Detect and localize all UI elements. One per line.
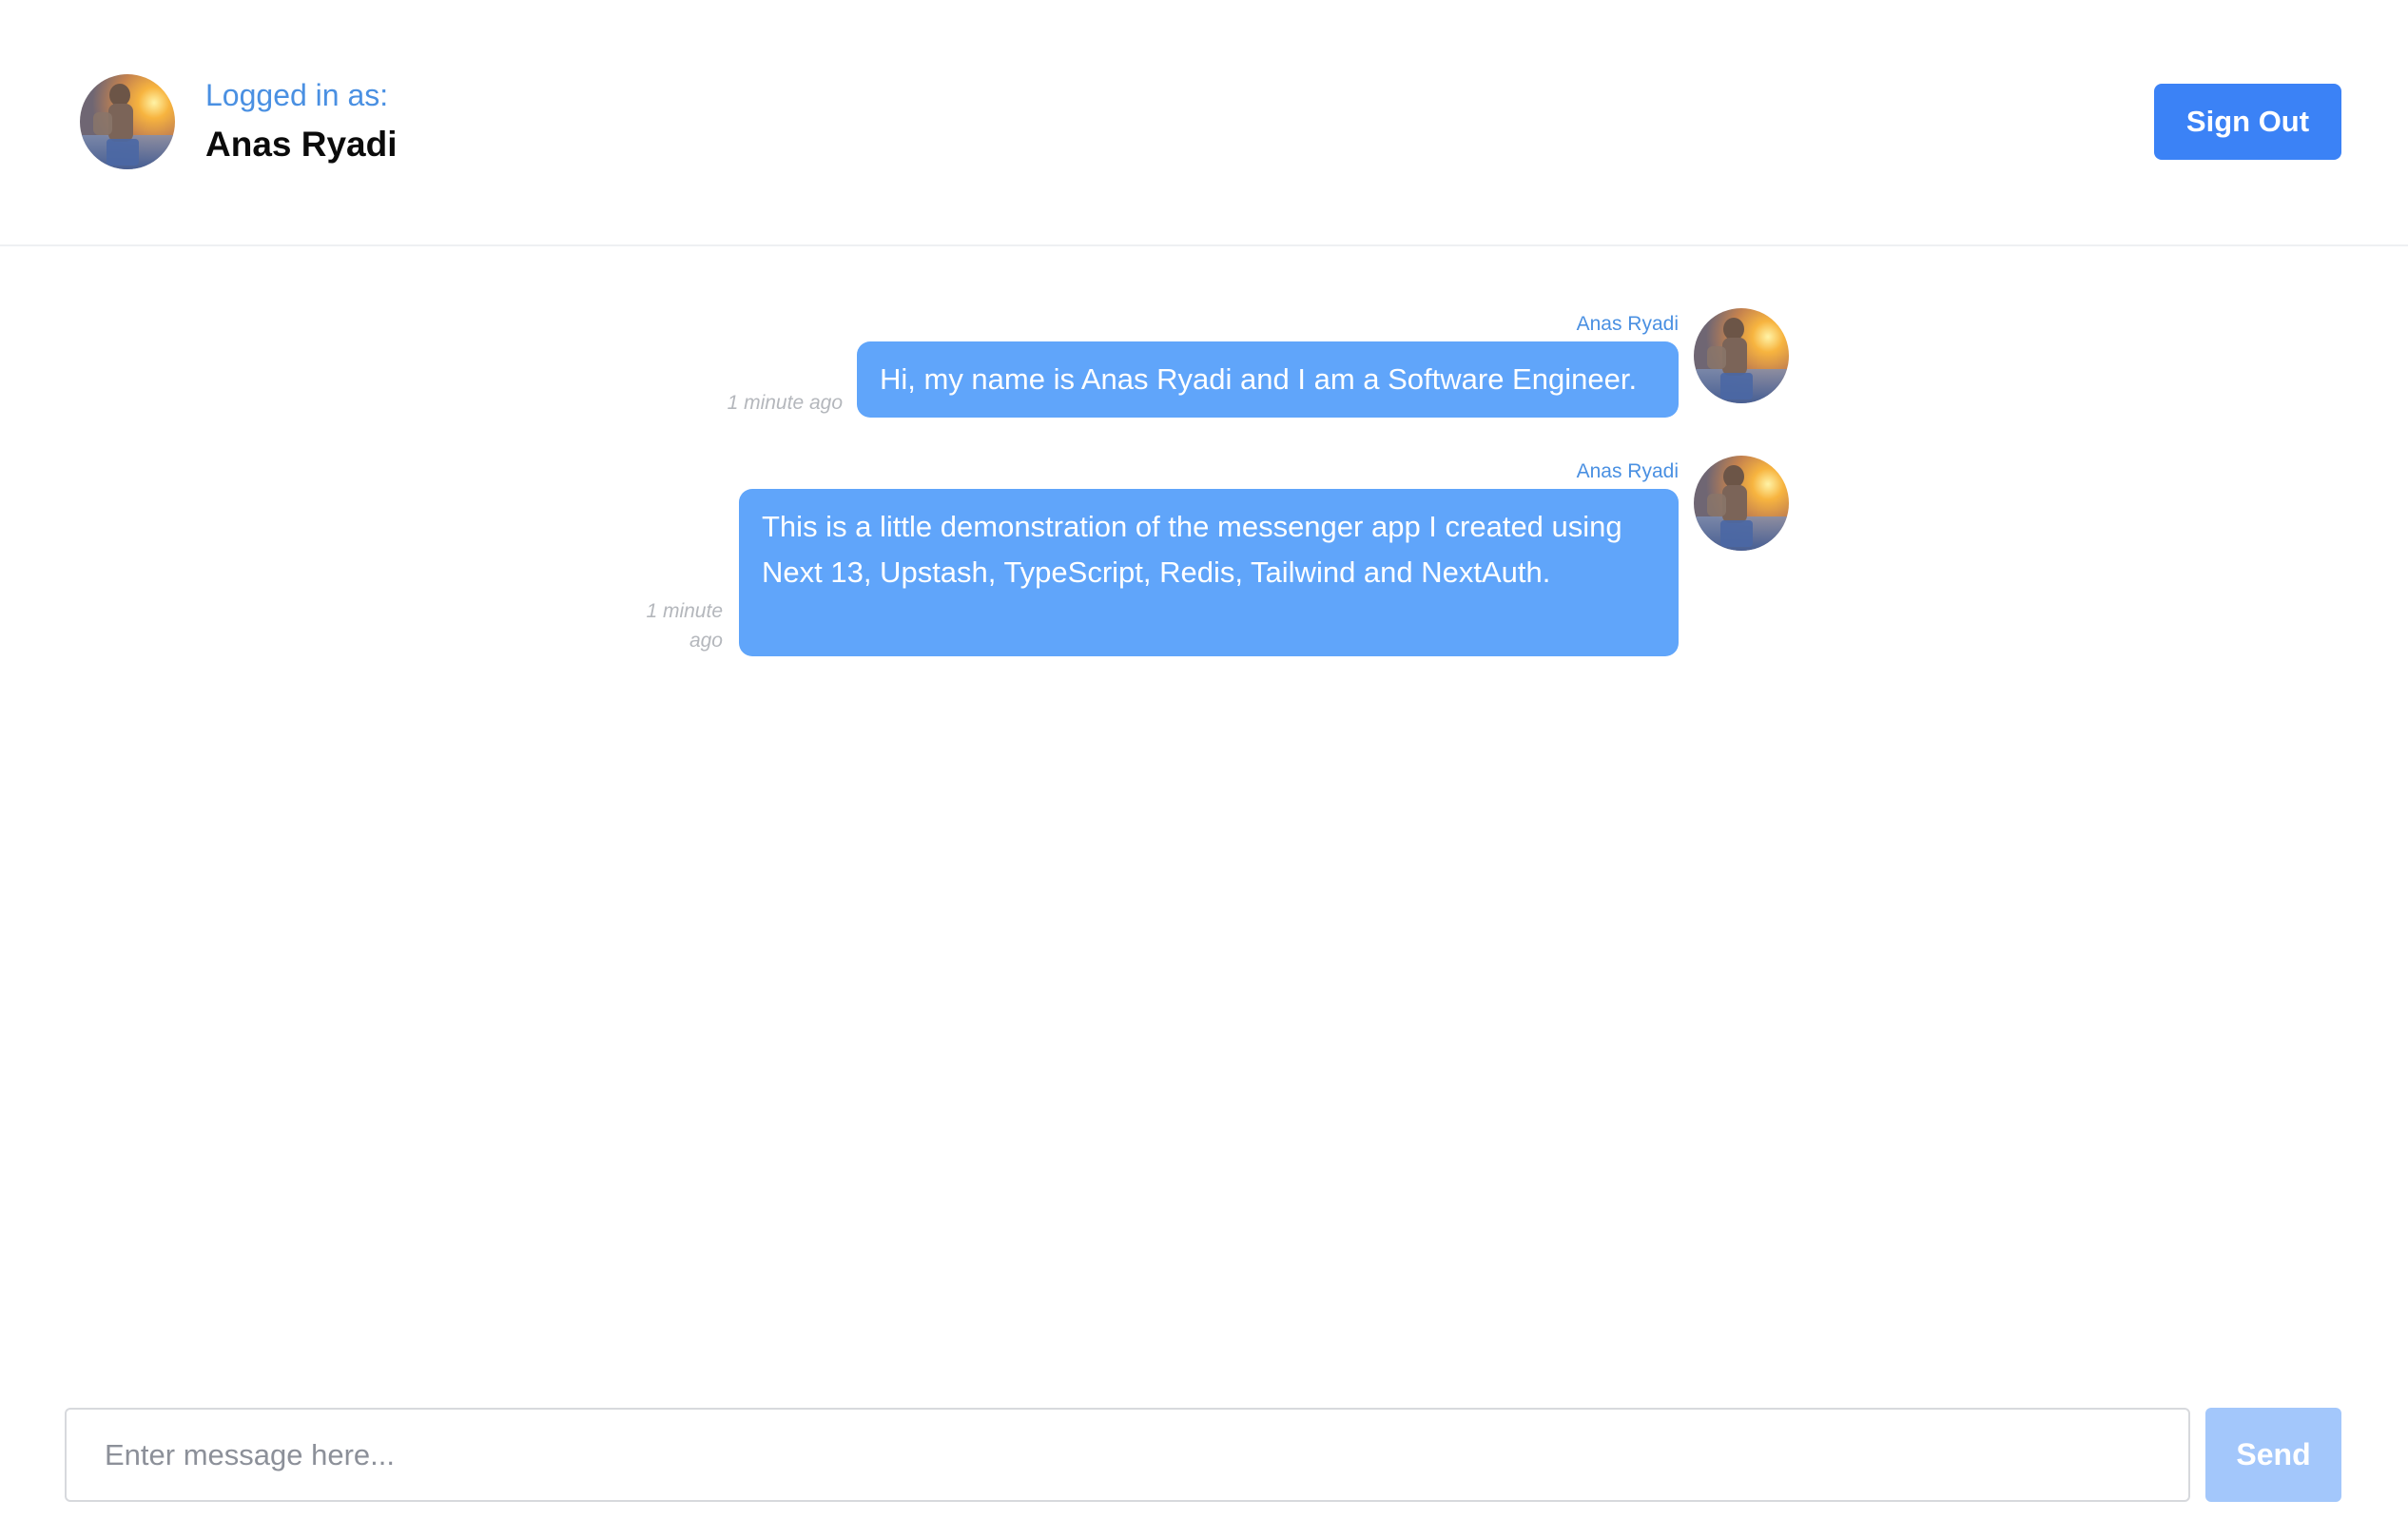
- message-timestamp: 1 minute ago: [646, 600, 723, 652]
- message-item: Anas Ryadi This is a little demonstratio…: [0, 452, 2408, 661]
- user-avatar: [80, 74, 175, 169]
- user-info: Logged in as: Anas Ryadi: [205, 76, 398, 166]
- message-sender: Anas Ryadi: [1576, 460, 1679, 482]
- send-button[interactable]: Send: [2205, 1408, 2341, 1502]
- sender-avatar: [1694, 308, 1789, 403]
- message-sender: Anas Ryadi: [1576, 313, 1679, 335]
- message-input[interactable]: [65, 1408, 2190, 1502]
- message-bubble: Hi, my name is Anas Ryadi and I am a Sof…: [857, 341, 1679, 418]
- sign-out-button[interactable]: Sign Out: [2154, 84, 2341, 160]
- sender-avatar: [1694, 456, 1789, 551]
- logged-in-label: Logged in as:: [205, 78, 389, 112]
- app-header: Logged in as: Anas Ryadi Sign Out: [0, 0, 2408, 246]
- user-name: Anas Ryadi: [205, 125, 398, 164]
- message-bubble: This is a little demonstration of the me…: [739, 489, 1679, 656]
- message-timestamp: 1 minute ago: [727, 392, 843, 414]
- message-item: Anas Ryadi Hi, my name is Anas Ryadi and…: [0, 304, 2408, 419]
